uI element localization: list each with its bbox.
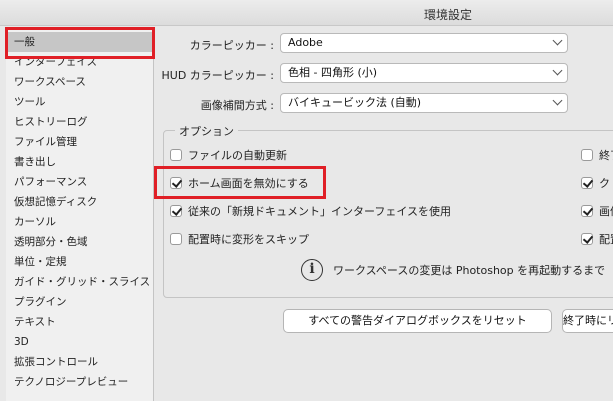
sidebar-item-interface[interactable]: インターフェイス [6,52,154,72]
sidebar-item-units-rulers[interactable]: 単位・定規 [6,252,154,272]
auto-update-checkbox[interactable]: ファイルの自動更新 [170,147,287,163]
right-option-checkbox-1[interactable]: 終了 [581,147,613,163]
checkbox-unchecked-icon [170,149,182,161]
hud-color-picker-label: HUD カラーピッカー : [161,69,275,82]
right-option-checkbox-3[interactable]: 画像 [581,203,613,219]
right-option-checkbox-2[interactable]: ク [581,175,610,191]
window-title: 環境設定 [424,8,473,22]
chevron-down-icon [552,95,563,106]
reset-warning-dialogs-button[interactable]: すべての警告ダイアログボックスをリセット [283,309,552,333]
workspace-restart-notice: ワークスペースの変更は Photoshop を再起動するまで [333,264,606,277]
disable-home-screen-checkbox[interactable]: ホーム画面を無効にする [170,175,309,191]
title-bar: 環境設定 [0,0,613,26]
sidebar-item-file-handling[interactable]: ファイル管理 [6,132,154,152]
color-picker-label: カラーピッカー : [189,39,274,52]
chevron-down-icon [552,65,563,76]
right-option-label-3: 画像 [599,205,613,218]
reset-on-quit-button[interactable]: 終了時にリセット [562,309,613,333]
sidebar-item-technology-previews[interactable]: テクノロジープレビュー [6,372,154,392]
checkbox-checked-icon [170,177,182,189]
sidebar-item-cursors[interactable]: カーソル [6,212,154,232]
sidebar-item-history-log[interactable]: ヒストリーログ [6,112,154,132]
color-picker-select[interactable]: Adobe [280,33,568,53]
checkbox-unchecked-icon [581,149,593,161]
sidebar-item-enhanced-controls[interactable]: 拡張コントロール [6,352,154,372]
checkbox-checked-icon [581,205,593,217]
checkbox-checked-icon [581,233,593,245]
skip-transform-label: 配置時に変形をスキップ [188,233,309,246]
right-option-label-1: 終了 [599,149,613,162]
checkbox-checked-icon [170,205,182,217]
options-legend: オプション [175,123,238,139]
interpolation-value: バイキュービック法 (自動) [288,96,422,109]
sidebar-item-plugins[interactable]: プラグイン [6,292,154,312]
sidebar-item-workspace[interactable]: ワークスペース [6,72,154,92]
skip-transform-checkbox[interactable]: 配置時に変形をスキップ [170,231,309,247]
interpolation-label: 画像補間方式 : [200,99,274,112]
hud-color-picker-select[interactable]: 色相 - 四角形 (小) [280,63,568,83]
sidebar-item-transparency[interactable]: 透明部分・色域 [6,232,154,252]
info-icon: i [301,259,323,281]
sidebar-item-scratch-disks[interactable]: 仮想記憶ディスク [6,192,154,212]
right-option-label-2: ク [599,177,610,190]
right-option-label-4: 配置 [599,233,613,246]
checkbox-checked-icon [581,177,593,189]
checkbox-unchecked-icon [170,233,182,245]
legacy-new-document-checkbox[interactable]: 従来の「新規ドキュメント」インターフェイスを使用 [170,203,451,219]
sidebar-item-guides-grid[interactable]: ガイド・グリッド・スライス [6,272,154,292]
right-option-checkbox-4[interactable]: 配置 [581,231,613,247]
sidebar-item-type[interactable]: テキスト [6,312,154,332]
disable-home-screen-label: ホーム画面を無効にする [188,177,309,190]
hud-color-picker-value: 色相 - 四角形 (小) [288,66,378,79]
preferences-sidebar: 一般 インターフェイス ワークスペース ツール ヒストリーログ ファイル管理 書… [6,27,154,401]
color-picker-value: Adobe [288,36,323,49]
sidebar-item-general[interactable]: 一般 [6,32,154,52]
interpolation-select[interactable]: バイキュービック法 (自動) [280,93,568,113]
sidebar-item-3d[interactable]: 3D [6,332,154,352]
sidebar-item-tools[interactable]: ツール [6,92,154,112]
legacy-new-document-label: 従来の「新規ドキュメント」インターフェイスを使用 [188,205,452,218]
sidebar-item-performance[interactable]: パフォーマンス [6,172,154,192]
auto-update-label: ファイルの自動更新 [188,149,287,162]
chevron-down-icon [552,35,563,46]
sidebar-item-export[interactable]: 書き出し [6,152,154,172]
